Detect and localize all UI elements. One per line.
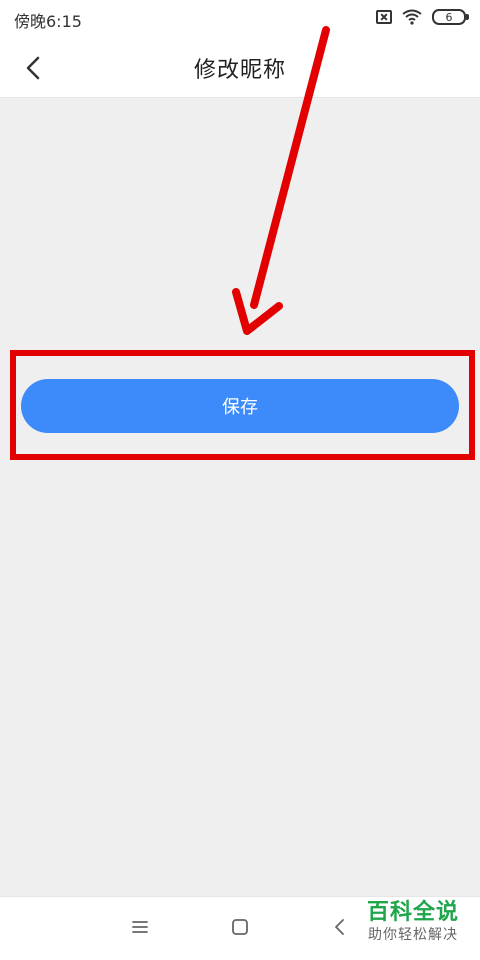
status-bar: 傍晚6:15 6 — [0, 0, 480, 36]
page-title: 修改昵称 — [193, 58, 286, 83]
status-icons: 6 — [376, 8, 469, 26]
back-chevron-icon — [330, 917, 350, 941]
battery-level: 6 — [445, 10, 453, 24]
wifi-icon — [402, 9, 422, 25]
home-square-icon — [230, 917, 250, 941]
system-nav-bar: 百科全说 助你轻松解决 — [0, 896, 480, 960]
nav-back-button[interactable] — [326, 915, 354, 943]
title-bar: 修改昵称 — [0, 36, 480, 98]
battery-icon: 6 — [432, 9, 469, 25]
nav-menu-button[interactable] — [126, 915, 154, 943]
content-area — [0, 98, 480, 896]
watermark-logo: 百科全说 助你轻松解决 — [346, 894, 480, 954]
battery-cap — [466, 14, 469, 20]
nav-home-button[interactable] — [226, 915, 254, 943]
status-time: 傍晚6:15 — [14, 12, 82, 31]
watermark-title: 百科全说 — [366, 900, 459, 925]
watermark-subtitle: 助你轻松解决 — [368, 927, 458, 943]
notification-x-icon — [376, 10, 392, 24]
menu-icon — [130, 919, 150, 939]
save-button[interactable]: 保存 — [21, 379, 459, 433]
